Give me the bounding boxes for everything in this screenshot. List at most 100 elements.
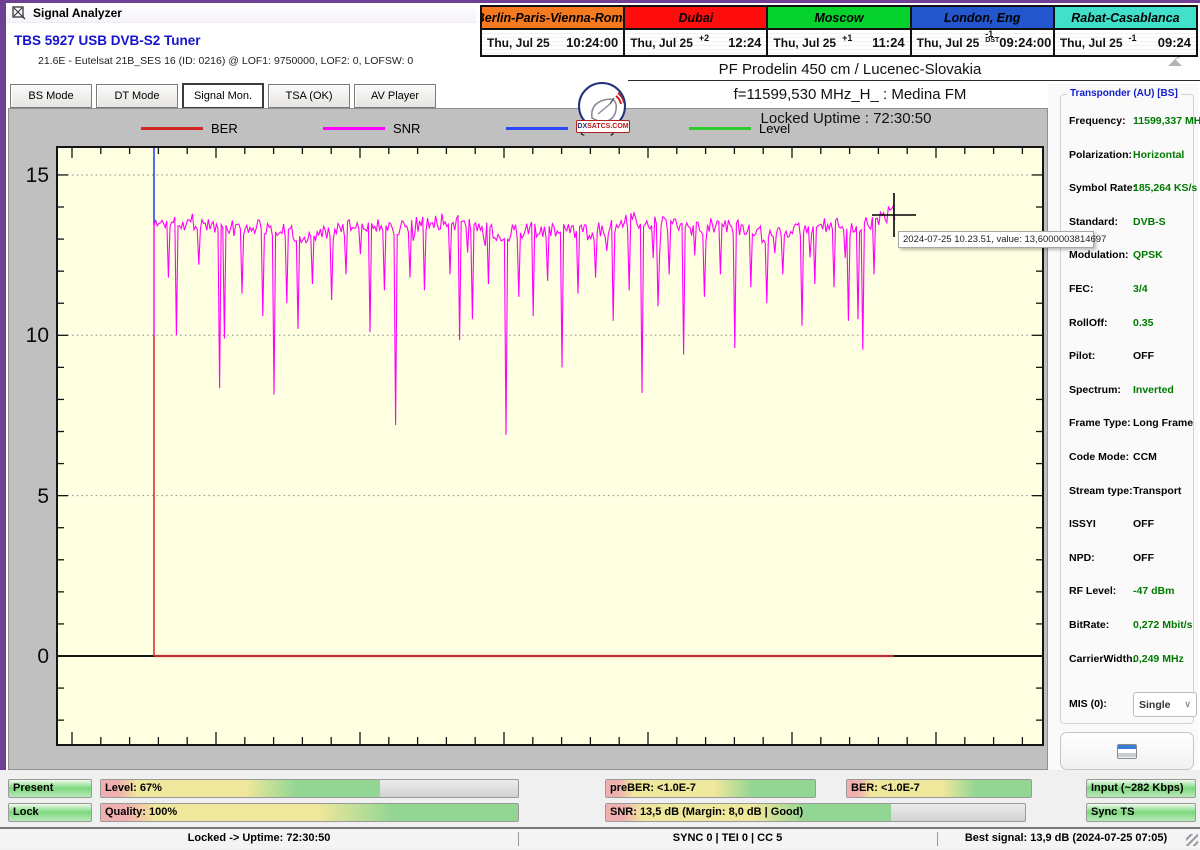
indicator-label: Lock: [13, 806, 39, 818]
indicator-label: Level: 67%: [105, 782, 162, 794]
field-rolloff-: RollOff: 0.35: [1069, 317, 1191, 331]
indicator-preber: preBER: <1.0E-7: [605, 779, 816, 798]
field-label: ISSYI: [1069, 518, 1096, 531]
clock-date: Thu, Jul 25: [916, 35, 980, 50]
utc-offset: +2: [698, 32, 710, 43]
list-icon: [1117, 743, 1137, 759]
field-bitrate-: BitRate: 0,272 Mbit/s: [1069, 619, 1193, 633]
status-bar: Locked -> Uptime: 72:30:50 SYNC 0 | TEI …: [0, 827, 1200, 848]
legend-label: BER: [211, 121, 238, 136]
title-bar[interactable]: Signal Analyzer: [6, 3, 476, 23]
chart-panel: BERSNRQualityLevel Locked Uptime : 72:30…: [8, 108, 1106, 770]
tab-av-player[interactable]: AV Player: [354, 84, 436, 108]
field-value: Inverted: [1133, 383, 1174, 396]
legend-swatch: [689, 127, 751, 130]
clock-city: Moscow: [768, 7, 910, 30]
y-axis-label-15: 15: [25, 164, 49, 187]
clock-dubai: Dubai Thu, Jul 25 +2 12:24: [625, 7, 769, 55]
transponder-list-button[interactable]: [1060, 732, 1194, 770]
clock-time: 12:24: [728, 35, 762, 50]
field-standard-: Standard: DVB-S: [1069, 216, 1191, 230]
clock-time-row: Thu, Jul 25 -1 DST 09:24:00: [911, 29, 1053, 55]
field-value: 3/4: [1133, 283, 1148, 295]
legend-swatch: [506, 127, 568, 130]
field-frame-type-: Frame Type: Long Frame: [1069, 417, 1193, 431]
tab-bs-mode[interactable]: BS Mode: [10, 84, 92, 108]
field-label: Pilot:: [1069, 350, 1096, 363]
clock-city: Rabat-Casablanca: [1054, 7, 1197, 30]
tab-tsa-ok-[interactable]: TSA (OK): [268, 84, 350, 108]
clock-moscow: Moscow Thu, Jul 25 +1 11:24: [768, 7, 912, 55]
utc-offset: -1 DST: [985, 29, 1000, 44]
clock-rabat-casablanca: Rabat-Casablanca Thu, Jul 25 -1 09:24: [1054, 7, 1197, 55]
clock-time: 10:24:00: [566, 35, 619, 50]
tab-signal-mon-[interactable]: Signal Mon.: [182, 83, 264, 109]
frequency-header: f=11599,530 MHz_H_ : Medina FM: [733, 86, 967, 103]
field-label: FEC:: [1069, 283, 1094, 295]
mode-tabs: BS Mode DT Mode Signal Mon. TSA (OK) AV Play…: [10, 83, 436, 109]
field-carrierwidth-: CarrierWidth: 0,249 MHz: [1069, 653, 1191, 667]
clock-time-row: Thu, Jul 25 10:24:00: [482, 30, 624, 55]
indicator-label: SNR: 13,5 dB (Margin: 8,0 dB | Good): [610, 806, 804, 818]
clock-time-row: Thu, Jul 25 -1 09:24: [1054, 30, 1197, 55]
field-label: Modulation:: [1069, 249, 1129, 262]
field-label: Frame Type:: [1069, 417, 1131, 430]
legend-item-ber: BER: [141, 121, 238, 136]
chart-tooltip: 2024-07-25 10.23.51, value: 13,600000381…: [898, 231, 1106, 248]
mis-value: Single: [1139, 698, 1171, 711]
dxsatcs-logo: DXSATCS.COM: [576, 82, 630, 136]
field-label: CarrierWidth:: [1069, 652, 1136, 665]
field-label: Symbol Rate:: [1069, 182, 1137, 195]
locked-uptime: Locked Uptime : 72:30:50: [760, 110, 932, 127]
field-code-mode-: Code Mode: CCM: [1069, 451, 1191, 465]
field-modulation-: Modulation: QPSK: [1069, 249, 1191, 263]
indicator-snr: SNR: 13,5 dB (Margin: 8,0 dB | Good): [605, 803, 1026, 822]
clock-time: 11:24: [872, 35, 905, 50]
indicator-present: Present: [8, 779, 92, 798]
chevron-down-icon: ∨: [1184, 699, 1191, 709]
field-spectrum-: Spectrum: Inverted: [1069, 384, 1191, 398]
field-value: OFF: [1133, 350, 1154, 363]
utc-offset: +1: [842, 32, 853, 43]
field-value: 11599,337 MHz: [1133, 115, 1200, 127]
field-label: Stream type:: [1069, 484, 1133, 497]
mis-dropdown[interactable]: Single ∨: [1133, 692, 1197, 717]
field-value: OFF: [1133, 551, 1154, 564]
field-issyi: ISSYI OFF: [1069, 518, 1191, 532]
header-divider: [628, 80, 1200, 81]
resize-grip-icon[interactable]: [1186, 834, 1198, 846]
field-label: NPD:: [1069, 551, 1095, 564]
field-label: Spectrum:: [1069, 383, 1121, 396]
y-axis-label-10: 10: [25, 324, 49, 347]
field-value: 0,272 Mbit/s: [1133, 619, 1193, 631]
field-stream-type-: Stream type: Transport: [1069, 485, 1191, 499]
window-title: Signal Analyzer: [33, 5, 122, 20]
field-value: Horizontal: [1133, 148, 1185, 161]
indicator-label: Sync TS: [1091, 806, 1135, 818]
field-label: BitRate:: [1069, 619, 1110, 631]
y-axis-label-0: 0: [37, 645, 49, 668]
indicator-level: Level: 67%: [100, 779, 519, 798]
world-clocks: Berlin-Paris-Vienna-Roma Thu, Jul 25 10:…: [480, 5, 1198, 57]
signal-plot[interactable]: [56, 146, 1044, 746]
clock-city: London, Eng: [911, 7, 1053, 30]
y-axis-label-5: 5: [37, 485, 49, 508]
indicator-input-kbps-: Input (~282 Kbps): [1086, 779, 1196, 798]
field-rf-level-: RF Level: -47 dBm: [1069, 585, 1191, 599]
field-label: Code Mode:: [1069, 451, 1130, 463]
field-value: QPSK: [1133, 249, 1163, 262]
field-label: RollOff:: [1069, 316, 1108, 329]
transponder-groupbox: Transponder (AU) [BS] Frequency: 11599,3…: [1060, 88, 1200, 724]
clock-time-row: Thu, Jul 25 +1 11:24: [768, 30, 910, 55]
statusbar-sync-counters: SYNC 0 | TEI 0 | CC 5: [672, 832, 783, 844]
tab-dt-mode[interactable]: DT Mode: [96, 84, 178, 108]
clock-city: Berlin-Paris-Vienna-Roma: [482, 7, 624, 30]
clock-berlin-paris-vienna-roma: Berlin-Paris-Vienna-Roma Thu, Jul 25 10:…: [482, 7, 626, 55]
logo-label: DXSATCS.COM: [576, 120, 630, 133]
indicator-ber: BER: <1.0E-7: [846, 779, 1032, 798]
field-value: Transport: [1133, 484, 1182, 497]
field-label: RF Level:: [1069, 585, 1117, 598]
site-header: PF Prodelin 450 cm / Lucenec-Slovakia: [718, 61, 982, 78]
field-fec-: FEC: 3/4: [1069, 283, 1191, 297]
clock-time: 09:24:00: [999, 35, 1052, 50]
